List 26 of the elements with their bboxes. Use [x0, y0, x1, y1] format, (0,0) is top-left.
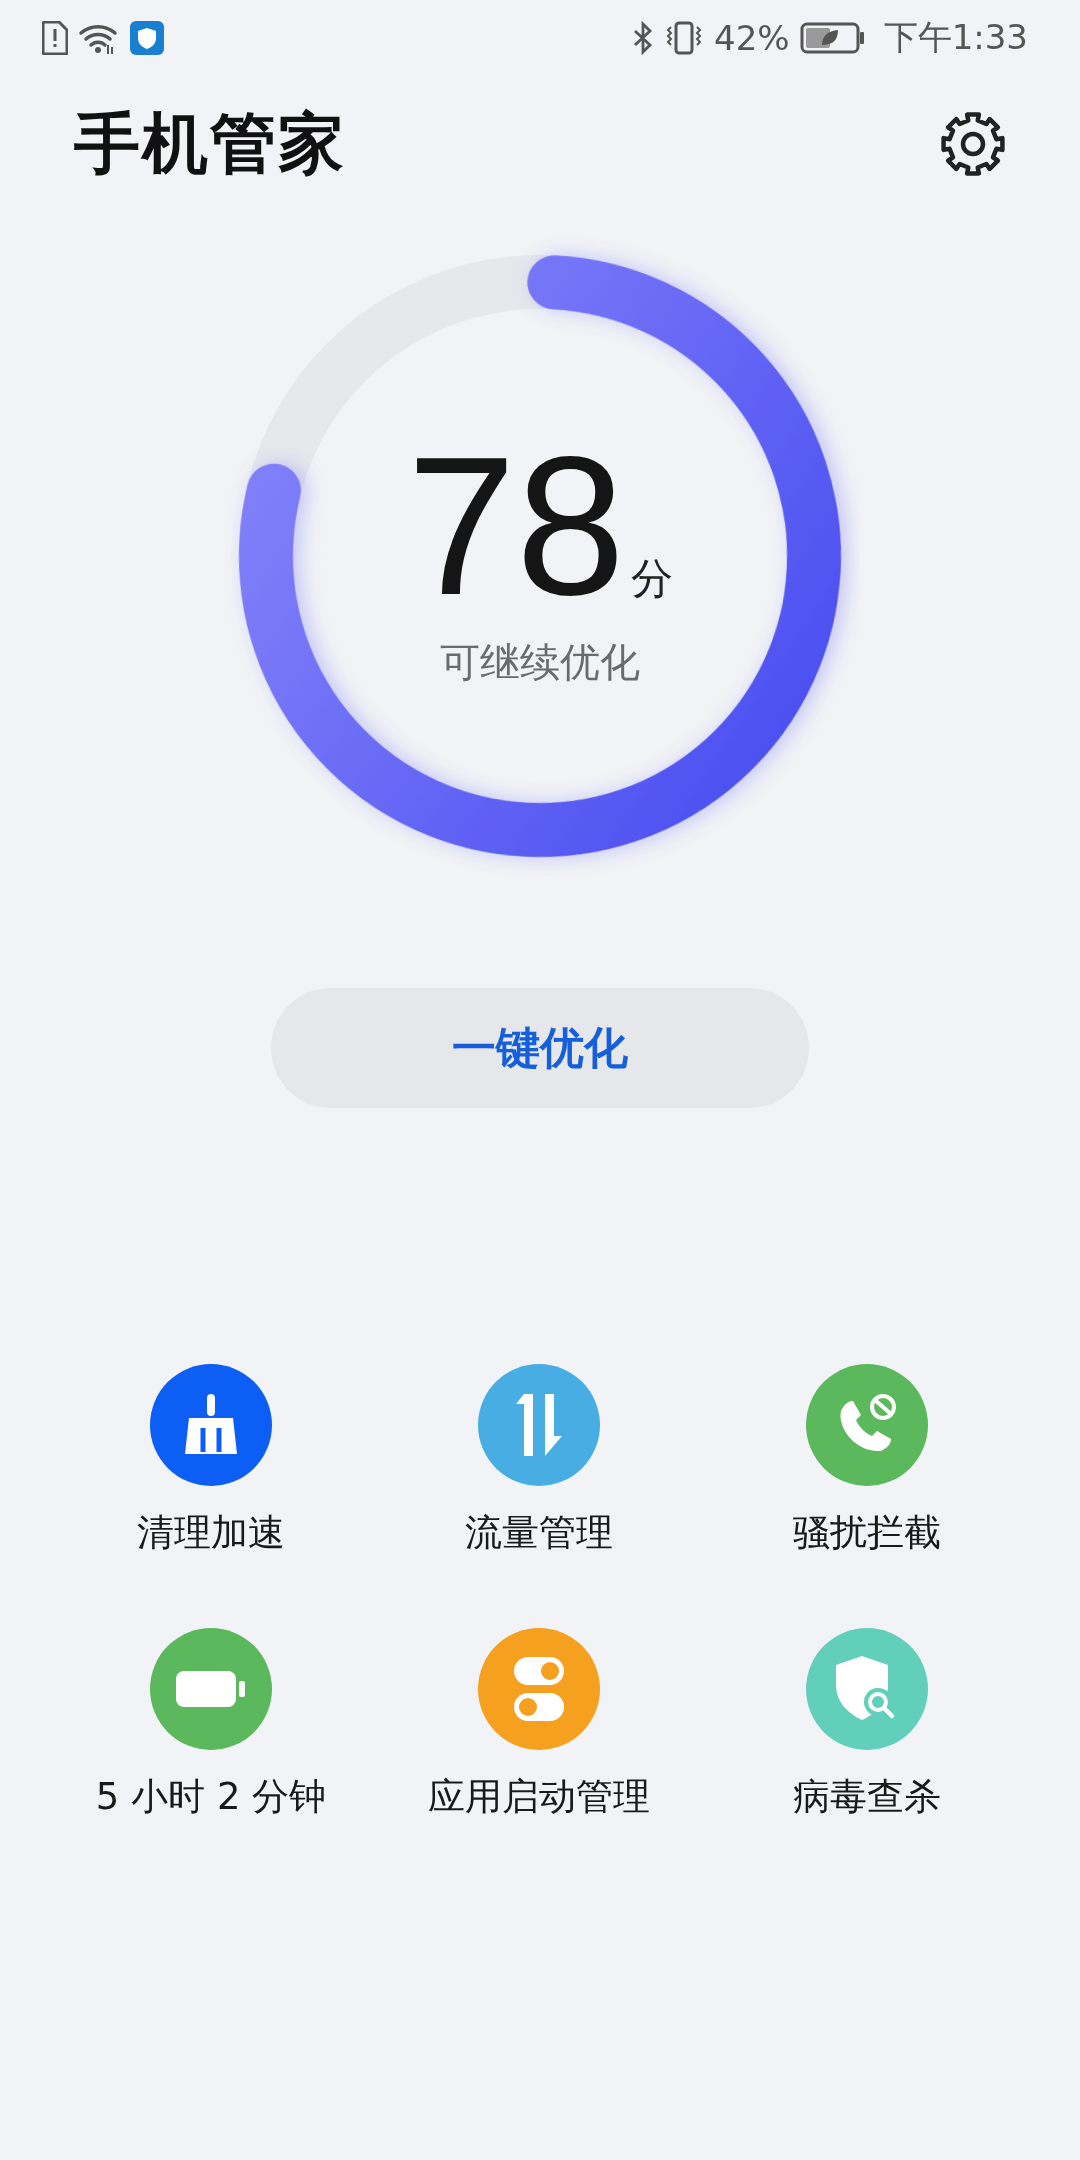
tool-item[interactable]: 流量管理 — [375, 1364, 703, 1557]
tool-label: 5 小时 2 分钟 — [95, 1774, 327, 1821]
settings-icon[interactable] — [940, 111, 1006, 177]
battery-icon — [176, 1669, 246, 1710]
tool-item[interactable]: 清理加速 — [47, 1364, 375, 1557]
toggle-switches-icon — [514, 1657, 564, 1722]
score-value: 78 — [407, 428, 625, 625]
tool-item[interactable]: 骚扰拦截 — [703, 1364, 1031, 1557]
app-title: 手机管家 — [74, 104, 346, 184]
tool-label: 病毒查杀 — [793, 1774, 941, 1821]
tool-item[interactable]: 应用启动管理 — [375, 1628, 703, 1821]
score-unit: 分 — [631, 552, 673, 605]
bluetooth-icon — [632, 21, 655, 55]
tool-item[interactable]: 病毒查杀 — [703, 1628, 1031, 1821]
shield-app-icon — [130, 21, 164, 55]
clock: 下午1:33 — [883, 16, 1028, 59]
battery-percent: 42% — [714, 18, 790, 58]
sim-alert-icon — [42, 21, 68, 55]
tool-item[interactable]: 5 小时 2 分钟 — [47, 1628, 375, 1821]
battery-icon — [799, 21, 866, 55]
tool-label: 骚扰拦截 — [793, 1510, 941, 1556]
optimize-button[interactable]: 一键优化 — [271, 988, 809, 1108]
tool-label: 流量管理 — [465, 1510, 613, 1556]
score-caption: 可继续优化 — [440, 637, 640, 687]
tool-label: 应用启动管理 — [428, 1774, 650, 1821]
tool-label: 清理加速 — [137, 1510, 285, 1556]
